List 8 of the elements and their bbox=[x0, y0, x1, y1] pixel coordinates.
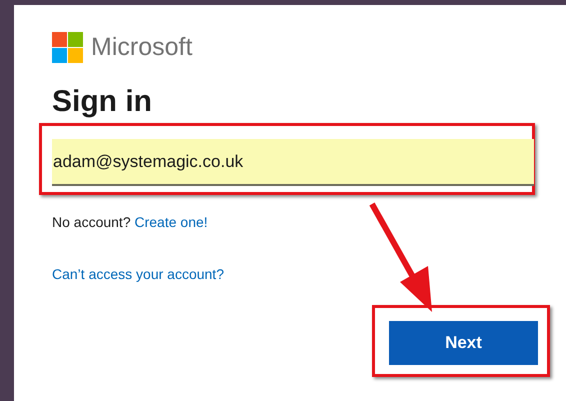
next-button[interactable]: Next bbox=[389, 321, 538, 365]
no-account-text: No account? Create one! bbox=[52, 213, 209, 232]
page-heading: Sign in bbox=[52, 87, 153, 117]
four-squares-logo-icon bbox=[52, 32, 83, 63]
logo-text: Microsoft bbox=[91, 35, 192, 60]
email-field[interactable]: adam@systemagic.co.uk bbox=[52, 139, 534, 186]
cant-access-link[interactable]: Can’t access your account? bbox=[52, 264, 224, 285]
create-account-link[interactable]: Create one! bbox=[134, 214, 208, 230]
